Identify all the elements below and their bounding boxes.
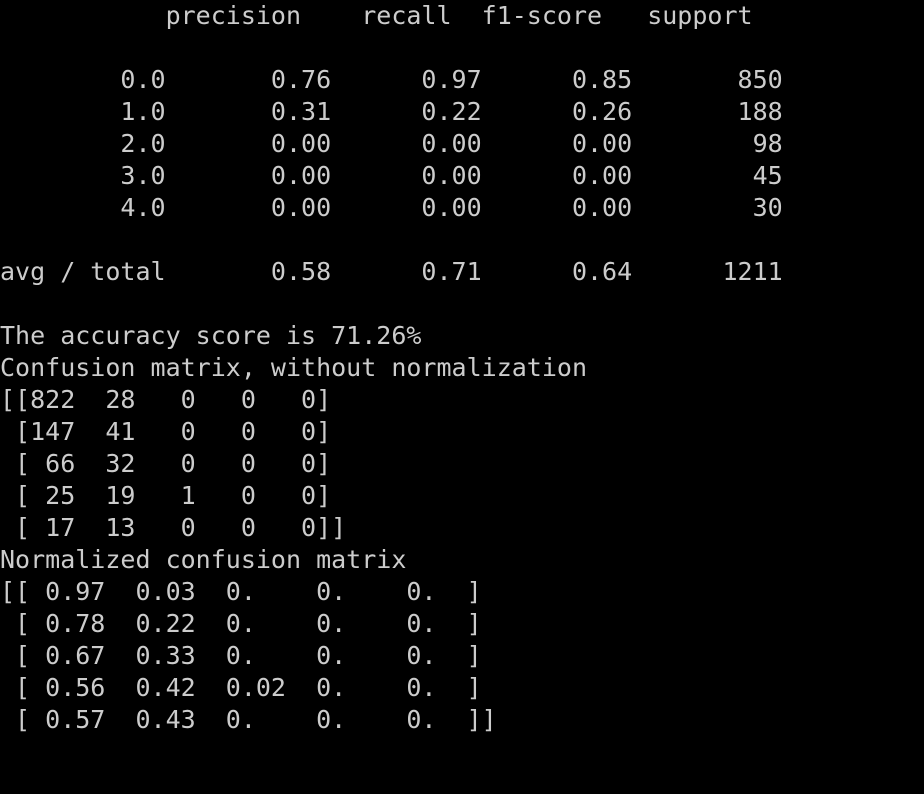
report-row-class-1: 1.0 0.31 0.22 0.26 188 (0, 97, 783, 126)
normalized-matrix-row: [ 0.57 0.43 0. 0. 0. ]] (0, 705, 497, 734)
report-avg-total-row: avg / total 0.58 0.71 0.64 1211 (0, 257, 783, 286)
confusion-matrix-row: [[822 28 0 0 0] (0, 385, 332, 414)
report-header-row: precision recall f1-score support (0, 1, 753, 30)
normalized-matrix-row: [ 0.78 0.22 0. 0. 0. ] (0, 609, 482, 638)
normalized-matrix-row: [ 0.56 0.42 0.02 0. 0. ] (0, 673, 482, 702)
report-row-class-3: 3.0 0.00 0.00 0.00 45 (0, 161, 783, 190)
report-row-class-2: 2.0 0.00 0.00 0.00 98 (0, 129, 783, 158)
normalized-matrix-heading: Normalized confusion matrix (0, 545, 407, 574)
report-row-class-4: 4.0 0.00 0.00 0.00 30 (0, 193, 783, 222)
normalized-matrix-row: [ 0.67 0.33 0. 0. 0. ] (0, 641, 482, 670)
report-row-class-0: 0.0 0.76 0.97 0.85 850 (0, 65, 783, 94)
confusion-matrix-row: [147 41 0 0 0] (0, 417, 332, 446)
accuracy-line: The accuracy score is 71.26% (0, 321, 422, 350)
confusion-matrix-heading: Confusion matrix, without normalization (0, 353, 587, 382)
normalized-matrix-row: [[ 0.97 0.03 0. 0. 0. ] (0, 577, 482, 606)
confusion-matrix-row: [ 17 13 0 0 0]] (0, 513, 347, 542)
console-output[interactable]: precision recall f1-score support 0.0 0.… (0, 0, 924, 794)
confusion-matrix-row: [ 25 19 1 0 0] (0, 481, 332, 510)
confusion-matrix-row: [ 66 32 0 0 0] (0, 449, 332, 478)
